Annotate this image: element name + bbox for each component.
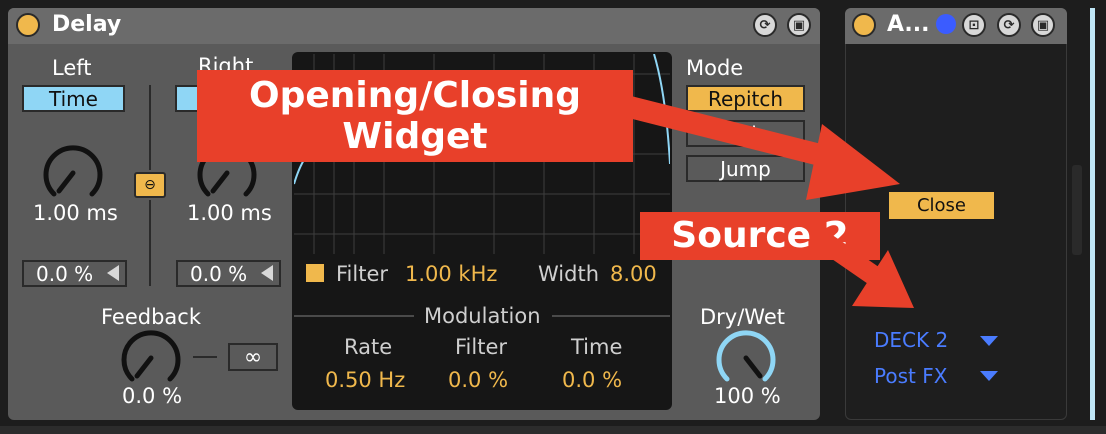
hot-swap-icon[interactable]: ⟳ (753, 13, 777, 37)
mod-time-label: Time (571, 335, 623, 359)
width-label: Width (538, 262, 600, 286)
filter-label: Filter (336, 262, 389, 286)
filter-frequency-value[interactable]: 1.00 kHz (405, 262, 497, 286)
tap-select[interactable]: Post FX (874, 364, 947, 388)
drywet-knob[interactable] (715, 327, 777, 389)
left-delay-value: 1.00 ms (33, 201, 118, 225)
stereo-link-button[interactable]: ⊖ (134, 172, 166, 198)
second-power-button[interactable] (852, 13, 876, 37)
feedback-knob[interactable] (120, 327, 182, 389)
right-offset-arrow-icon[interactable] (261, 265, 273, 281)
delay-title: Delay (52, 12, 122, 37)
mod-time-value[interactable]: 0.0 % (562, 368, 622, 392)
mode-heading: Mode (686, 56, 744, 80)
selection-edge (1090, 8, 1095, 420)
right-delay-value: 1.00 ms (187, 201, 272, 225)
mod-filter-label: Filter (455, 335, 508, 359)
infinity-icon: ∞ (243, 344, 263, 370)
source-dropdown-icon[interactable] (980, 336, 998, 346)
link-divider-top (149, 85, 151, 170)
scrollbar-track[interactable] (1072, 165, 1082, 255)
modulation-heading: Modulation (424, 304, 541, 328)
drywet-label: Dry/Wet (700, 305, 785, 329)
second-save-icon[interactable]: ▣ (1031, 13, 1055, 37)
delay-power-button[interactable] (16, 13, 40, 37)
freeze-button[interactable]: ∞ (228, 343, 278, 371)
drywet-value: 100 % (714, 384, 781, 408)
mod-rate-label: Rate (344, 335, 393, 359)
left-time-mode-button[interactable]: Time (22, 85, 125, 112)
left-heading: Left (52, 56, 92, 80)
link-icon: ⊖ (144, 177, 156, 193)
mod-rate-value[interactable]: 0.50 Hz (325, 368, 405, 392)
freeze-connector (193, 356, 217, 358)
left-offset-arrow-icon[interactable] (107, 265, 119, 281)
save-preset-icon[interactable]: ▣ (787, 13, 811, 37)
annotation-opening-closing: Opening/Closing Widget (197, 70, 633, 162)
mod-filter-value[interactable]: 0.0 % (448, 368, 508, 392)
annotation-arrow-source (816, 231, 914, 308)
feedback-label: Feedback (101, 305, 202, 329)
fold-icon[interactable]: ⊡ (962, 13, 986, 37)
modulation-divider-right (552, 315, 670, 317)
second-hot-swap-icon[interactable]: ⟳ (997, 13, 1021, 37)
filter-enable-checkbox[interactable] (306, 264, 324, 282)
link-divider-bottom (149, 200, 151, 286)
left-offset-value: 0.0 % (36, 261, 94, 286)
modulation-divider-left (294, 315, 414, 317)
right-offset-value: 0.0 % (190, 261, 248, 286)
tap-dropdown-icon[interactable] (980, 371, 998, 381)
max-for-live-icon (936, 14, 956, 34)
source-select[interactable]: DECK 2 (874, 328, 948, 352)
bottom-bar (0, 426, 1106, 434)
right-time-mode-button[interactable] (175, 85, 199, 112)
second-title: A... (887, 12, 930, 37)
left-delay-knob[interactable] (42, 142, 104, 204)
delay-title-bar (8, 8, 820, 44)
feedback-value: 0.0 % (122, 384, 183, 408)
